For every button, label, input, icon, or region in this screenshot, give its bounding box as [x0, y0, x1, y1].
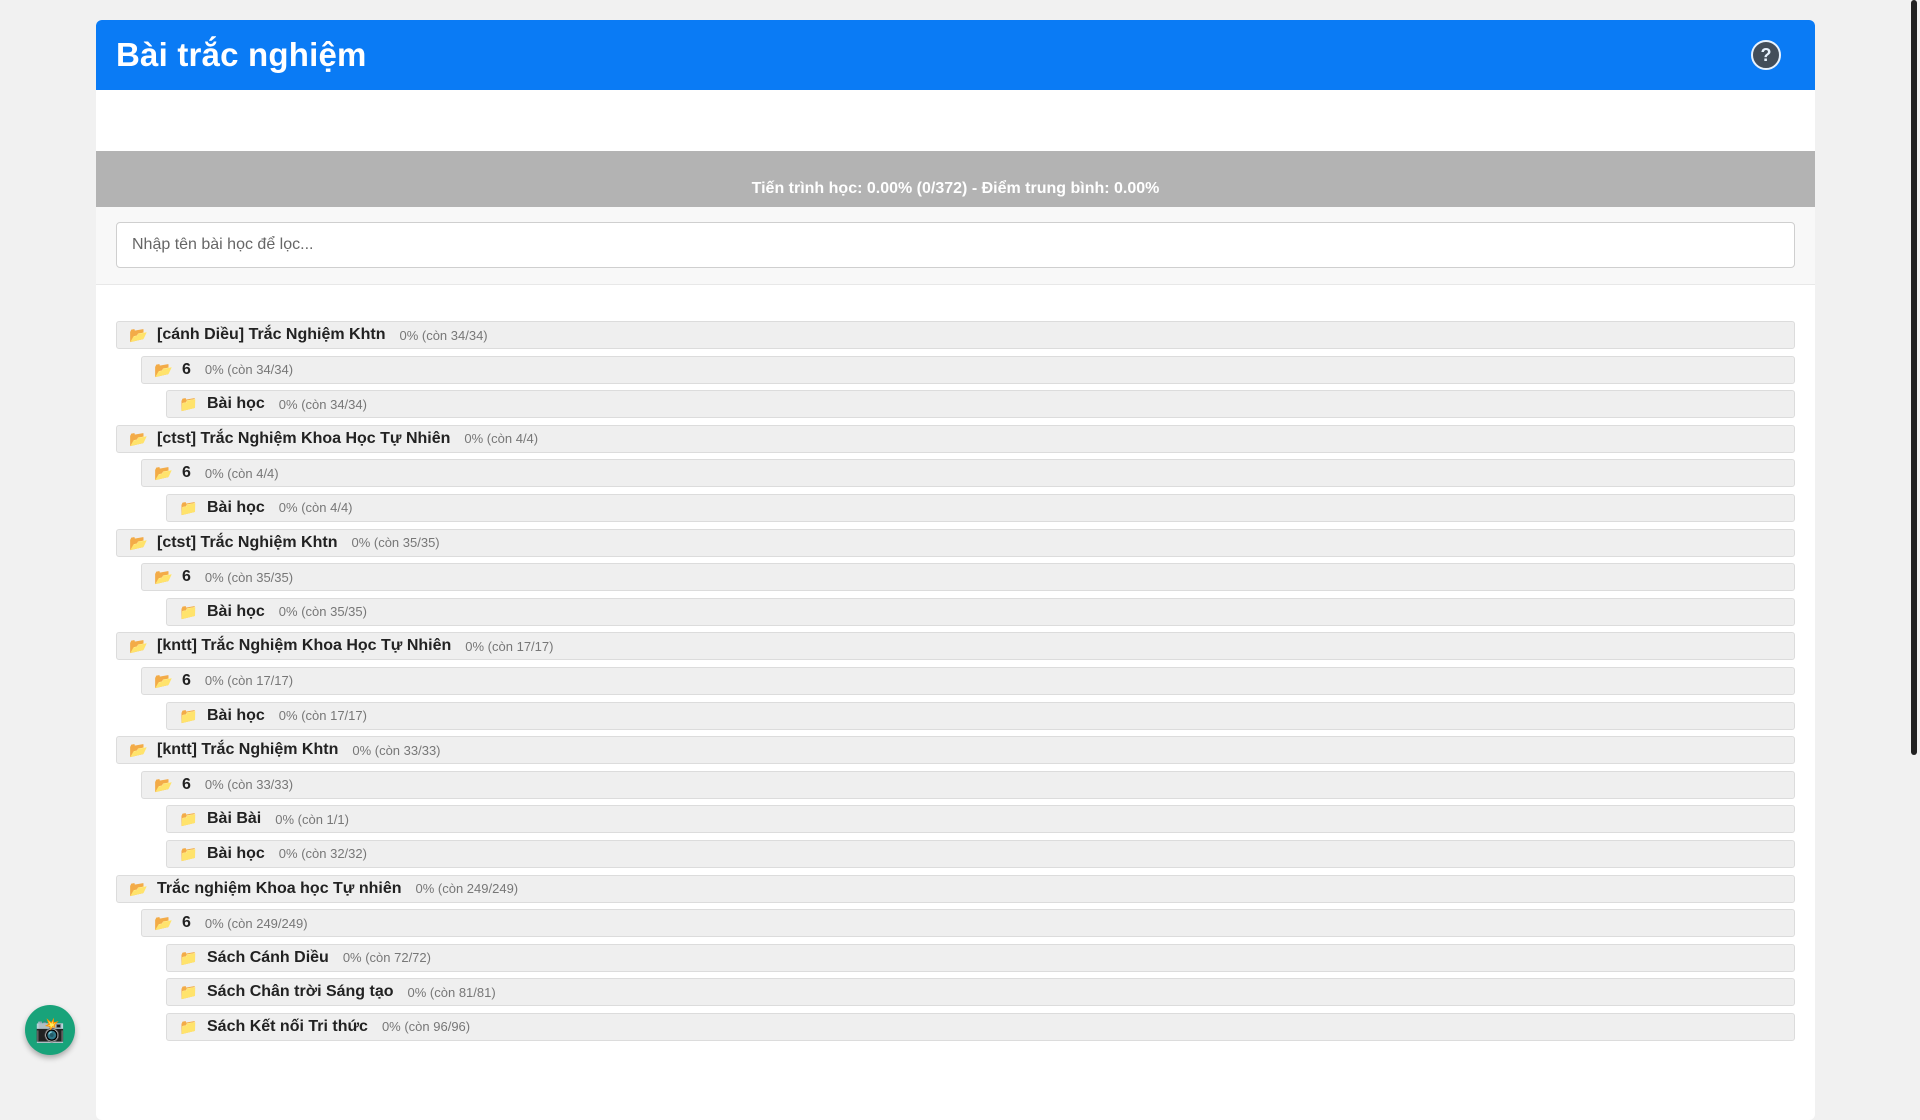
screenshot-button[interactable]: 📸	[25, 1005, 75, 1055]
course-folder-row[interactable]: 📂 6 0% (còn 34/34)	[141, 355, 1795, 384]
lesson-tree: 📂 [cánh Diều] Trắc Nghiệm Khtn 0% (còn 34/…	[96, 285, 1815, 1041]
folder-progress: 0% (còn 17/17)	[204, 673, 294, 689]
folder-progress: 0% (còn 34/34)	[204, 362, 294, 378]
lesson-folder-row[interactable]: 📁 Bài học 0% (còn 35/35)	[166, 597, 1795, 626]
open-folder-icon: 📂	[129, 638, 148, 656]
course-folder-row[interactable]: 📂 [kntt] Trắc Nghiệm Khtn 0% (còn 33/33)	[116, 736, 1795, 765]
folder-progress: 0% (còn 35/35)	[278, 604, 367, 620]
folder-progress: 0% (còn 34/34)	[278, 396, 367, 412]
folder-icon: 📁	[179, 707, 198, 725]
open-folder-icon: 📂	[154, 672, 173, 690]
course-folder-row[interactable]: 📂 [ctst] Trắc Nghiệm Khtn 0% (còn 35/35)	[116, 528, 1795, 557]
lesson-folder-row[interactable]: 📁 Bài học 0% (còn 4/4)	[166, 493, 1795, 522]
folder-icon: 📁	[179, 603, 198, 621]
open-folder-icon: 📂	[129, 430, 148, 448]
course-folder-row[interactable]: 📂 6 0% (còn 33/33)	[141, 770, 1795, 799]
folder-icon: 📁	[179, 984, 198, 1002]
header-spacer	[96, 90, 1815, 151]
open-folder-icon: 📂	[154, 361, 173, 379]
lesson-folder-row[interactable]: 📁 Bài học 0% (còn 17/17)	[166, 701, 1795, 730]
folder-progress: 0% (còn 81/81)	[407, 984, 496, 1000]
open-folder-icon: 📂	[154, 465, 173, 483]
lesson-folder-row[interactable]: 📁 Sách Kết nối Tri thức 0% (còn 96/96)	[166, 1012, 1795, 1041]
folder-name: 6	[182, 360, 191, 378]
folder-name: [ctst] Trắc Nghiệm Khtn	[157, 533, 338, 551]
camera-icon: 📸	[35, 1016, 65, 1044]
folder-icon: 📁	[179, 811, 198, 829]
learning-progress-bar: Tiến trình học: 0.00% (0/372) - Điểm tru…	[96, 151, 1815, 207]
quiz-card: Bài trắc nghiệm ? Tiến trình học: 0.00% …	[96, 20, 1815, 1120]
open-folder-icon: 📂	[154, 776, 173, 794]
open-folder-icon: 📂	[129, 327, 148, 344]
folder-icon: 📁	[179, 845, 198, 863]
folder-progress: 0% (còn 1/1)	[275, 811, 349, 827]
folder-progress: 0% (còn 33/33)	[204, 777, 294, 793]
folder-name: 6	[182, 671, 191, 689]
folder-name: Bài học	[207, 602, 265, 620]
folder-name: [kntt] Trắc Nghiệm Khoa Học Tự Nhiên	[157, 637, 452, 655]
folder-name: Sách Kết nối Tri thức	[207, 1017, 368, 1035]
page-title: Bài trắc nghiệm	[116, 36, 367, 73]
folder-name: Bài Bài	[207, 810, 262, 828]
folder-progress: 0% (còn 35/35)	[351, 535, 440, 551]
folder-progress: 0% (còn 32/32)	[278, 846, 367, 862]
course-folder-row[interactable]: 📂 6 0% (còn 4/4)	[141, 459, 1795, 488]
lesson-folder-row[interactable]: 📁 Bài học 0% (còn 32/32)	[166, 839, 1795, 868]
lesson-folder-row[interactable]: 📁 Bài Bài 0% (còn 1/1)	[166, 805, 1795, 834]
course-folder-row[interactable]: 📂 6 0% (còn 249/249)	[141, 909, 1795, 938]
course-folder-row[interactable]: 📂 6 0% (còn 17/17)	[141, 666, 1795, 695]
folder-progress: 0% (còn 249/249)	[415, 881, 519, 896]
folder-progress: 0% (còn 17/17)	[465, 638, 554, 654]
page-header: Bài trắc nghiệm ?	[96, 20, 1815, 90]
folder-progress: 0% (còn 4/4)	[204, 465, 279, 481]
folder-progress: 0% (còn 35/35)	[204, 569, 294, 585]
lesson-folder-row[interactable]: 📁 Sách Chân trời Sáng tạo 0% (còn 81/81)	[166, 978, 1795, 1007]
folder-progress: 0% (còn 4/4)	[464, 431, 539, 447]
progress-text: Tiến trình học: 0.00% (0/372) - Điểm tru…	[751, 180, 1160, 197]
folder-name: Sách Chân trời Sáng tạo	[207, 983, 394, 1001]
folder-name: Bài học	[207, 844, 265, 862]
folder-icon: 📁	[179, 499, 198, 517]
folder-progress: 0% (còn 4/4)	[278, 500, 353, 516]
folder-name: 6	[182, 914, 191, 932]
scrollbar-thumb[interactable]	[1911, 0, 1917, 755]
open-folder-icon: 📂	[154, 915, 173, 933]
open-folder-icon: 📂	[129, 880, 148, 898]
folder-progress: 0% (còn 17/17)	[278, 708, 367, 724]
folder-name: [ctst] Trắc Nghiệm Khoa Học Tự Nhiên	[157, 429, 451, 447]
folder-name: Trắc nghiệm Khoa học Tự nhiên	[157, 879, 402, 897]
folder-icon: 📁	[179, 396, 198, 414]
open-folder-icon: 📂	[129, 534, 148, 552]
folder-progress: 0% (còn 249/249)	[204, 915, 308, 931]
course-folder-row[interactable]: 📂 Trắc nghiệm Khoa học Tự nhiên 0% (còn 24…	[116, 874, 1795, 903]
lesson-folder-row[interactable]: 📁 Bài học 0% (còn 34/34)	[166, 390, 1795, 419]
folder-name: Bài học	[207, 706, 265, 724]
folder-progress: 0% (còn 96/96)	[381, 1019, 471, 1035]
course-folder-row[interactable]: 📂 [ctst] Trắc Nghiệm Khoa Học Tự Nhiên 0% …	[116, 424, 1795, 453]
lesson-filter-input[interactable]	[116, 222, 1795, 268]
course-folder-row[interactable]: 📂 [cánh Diều] Trắc Nghiệm Khtn 0% (còn 34/…	[116, 321, 1795, 349]
folder-name: 6	[182, 568, 191, 586]
folder-name: 6	[182, 464, 191, 482]
course-folder-row[interactable]: 📂 6 0% (còn 35/35)	[141, 563, 1795, 592]
lesson-folder-row[interactable]: 📁 Sách Cánh Diều 0% (còn 72/72)	[166, 943, 1795, 972]
folder-name: [cánh Diều] Trắc Nghiệm Khtn	[157, 326, 386, 343]
folder-icon: 📁	[179, 949, 198, 967]
folder-progress: 0% (còn 72/72)	[342, 950, 431, 966]
open-folder-icon: 📂	[154, 569, 173, 587]
open-folder-icon: 📂	[129, 742, 148, 760]
filter-section	[96, 207, 1815, 285]
folder-name: 6	[182, 775, 191, 793]
page-scrollbar[interactable]	[1911, 0, 1920, 1080]
folder-icon: 📁	[179, 1018, 198, 1036]
folder-progress: 0% (còn 34/34)	[399, 327, 488, 343]
course-folder-row[interactable]: 📂 [kntt] Trắc Nghiệm Khoa Học Tự Nhiên 0% …	[116, 632, 1795, 661]
folder-progress: 0% (còn 33/33)	[352, 742, 441, 758]
folder-name: Sách Cánh Diều	[207, 948, 329, 966]
folder-name: Bài học	[207, 395, 265, 413]
folder-name: Bài học	[207, 498, 265, 516]
folder-name: [kntt] Trắc Nghiệm Khtn	[157, 741, 339, 759]
help-button[interactable]: ?	[1751, 40, 1781, 70]
